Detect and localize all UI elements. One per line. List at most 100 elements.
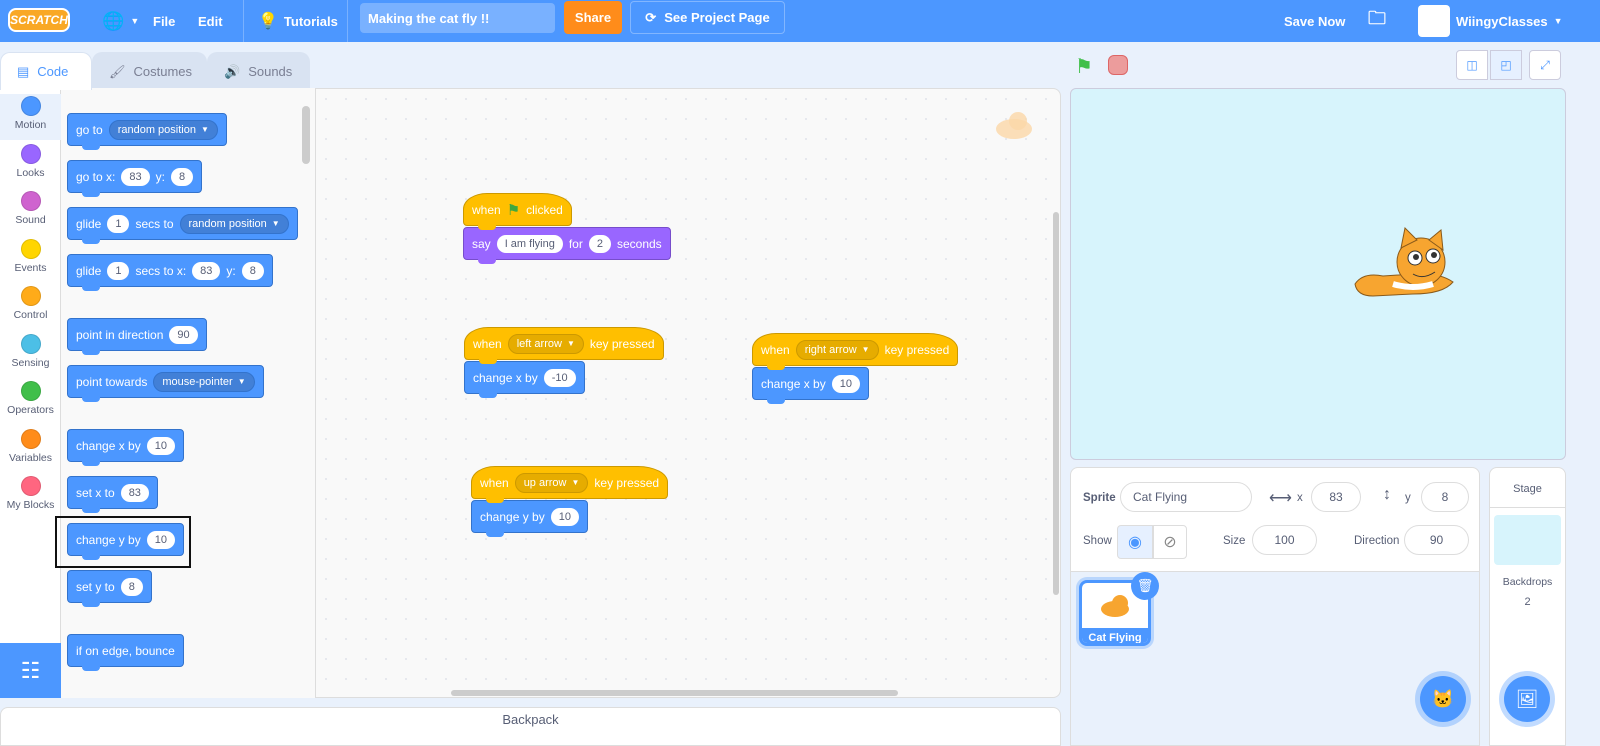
hide-sprite-button[interactable]: ⊘ bbox=[1153, 525, 1187, 559]
block-dropdown[interactable]: up arrow ▼ bbox=[514, 472, 589, 493]
block-input[interactable]: 83 bbox=[192, 261, 221, 280]
workspace-horizontal-scrollbar[interactable] bbox=[451, 690, 898, 696]
delete-sprite-button[interactable]: 🗑 bbox=[1131, 572, 1159, 600]
motion-block[interactable]: change x by 10 bbox=[752, 367, 869, 404]
block-dropdown[interactable]: random position ▼ bbox=[108, 119, 218, 140]
block-text: set x to bbox=[76, 485, 115, 500]
looks-block[interactable]: say I am flying for 2 seconds bbox=[463, 227, 671, 264]
block-dropdown[interactable]: random position ▼ bbox=[179, 213, 289, 234]
scratch-logo[interactable]: SCRATCH bbox=[8, 8, 70, 32]
see-project-page-button[interactable]: ⟳ See Project Page bbox=[630, 1, 785, 34]
tab-costumes[interactable]: 🖌 Costumes bbox=[92, 52, 207, 90]
tab-code[interactable]: ▤ Code bbox=[0, 52, 92, 90]
account-menu[interactable]: WiingyClasses ▼ bbox=[1418, 0, 1563, 42]
motion-block[interactable]: glide 1 secs to x: 83 y: 8 bbox=[67, 254, 273, 291]
palette-scrollbar[interactable] bbox=[302, 106, 310, 164]
motion-block[interactable]: point in direction 90 bbox=[67, 318, 207, 355]
workspace-vertical-scrollbar[interactable] bbox=[1053, 212, 1059, 595]
block-input[interactable]: 83 bbox=[121, 167, 150, 186]
stop-button[interactable] bbox=[1108, 55, 1128, 75]
edit-menu[interactable]: Edit bbox=[198, 0, 223, 42]
large-stage-button[interactable]: ◰ bbox=[1490, 50, 1522, 80]
block-input[interactable]: 10 bbox=[831, 374, 860, 393]
block-input[interactable]: 1 bbox=[107, 261, 130, 280]
file-menu[interactable]: File bbox=[153, 0, 175, 42]
block-dropdown[interactable]: left arrow ▼ bbox=[507, 333, 584, 354]
motion-block[interactable]: if on edge, bounce bbox=[67, 634, 184, 671]
size-input[interactable]: 100 bbox=[1252, 525, 1317, 555]
category-menu: Motion Looks Sound Events Control Sensing Oper… bbox=[0, 88, 61, 698]
block-input[interactable]: 8 bbox=[170, 167, 194, 186]
block-input[interactable]: -10 bbox=[543, 368, 576, 387]
green-flag-button[interactable]: ⚑ bbox=[1075, 54, 1093, 79]
choose-sprite-button[interactable]: 🐱 bbox=[1420, 676, 1466, 722]
motion-block[interactable]: glide 1 secs to random position ▼ bbox=[67, 207, 298, 244]
motion-block[interactable]: set y to 8 bbox=[67, 570, 152, 607]
block-input[interactable]: 90 bbox=[169, 325, 198, 344]
small-stage-button[interactable]: ◫ bbox=[1456, 50, 1488, 80]
code-workspace[interactable]: ⊕ ⊖ = bbox=[316, 88, 1354, 698]
sprite-name-input[interactable]: Cat Flying bbox=[1120, 482, 1252, 512]
category-motion[interactable]: Motion bbox=[0, 94, 61, 140]
dropdown-arrow-icon: ▼ bbox=[571, 478, 580, 487]
block-input[interactable]: 8 bbox=[120, 577, 143, 596]
choose-backdrop-button[interactable]: 🖼 bbox=[1504, 676, 1550, 722]
block-input[interactable]: 10 bbox=[550, 507, 579, 526]
motion-block[interactable]: change x by 10 bbox=[67, 429, 184, 466]
stage-selector[interactable]: Stage Backdrops 2 🖼 bbox=[1489, 467, 1566, 746]
events-hat-block[interactable]: when left arrow ▼ key pressed bbox=[464, 327, 664, 364]
category-sound[interactable]: Sound bbox=[0, 189, 61, 235]
category-events[interactable]: Events bbox=[0, 237, 61, 283]
block-text: change x by bbox=[761, 376, 826, 391]
motion-block[interactable]: go to random position ▼ bbox=[67, 113, 227, 150]
block-dropdown[interactable]: mouse-pointer ▼ bbox=[153, 371, 255, 392]
backdrop-thumbnail[interactable] bbox=[1494, 515, 1561, 565]
project-title-input[interactable]: Making the cat fly !! bbox=[360, 3, 555, 33]
stage[interactable] bbox=[1070, 88, 1566, 460]
fullscreen-button[interactable]: ⤢ bbox=[1529, 50, 1561, 80]
block-text: clicked bbox=[526, 202, 563, 217]
x-position-input[interactable]: 83 bbox=[1311, 482, 1361, 512]
block-text: secs to x: bbox=[135, 263, 187, 278]
events-hat-block[interactable]: when right arrow ▼ key pressed bbox=[752, 333, 959, 370]
block-input[interactable]: I am flying bbox=[496, 234, 563, 253]
language-menu[interactable]: 🌐 ▼ bbox=[102, 0, 139, 42]
block-input[interactable]: 8 bbox=[241, 261, 264, 280]
my-stuff-folder-icon[interactable]: 🗀 bbox=[1368, 0, 1386, 42]
direction-input[interactable]: 90 bbox=[1404, 525, 1469, 555]
menu-bar: SCRATCH 🌐 ▼ File Edit 💡 Tutorials Making t… bbox=[0, 0, 1600, 42]
remix-icon: ⟳ bbox=[645, 9, 657, 25]
backpack[interactable]: Backpack bbox=[0, 707, 1061, 746]
share-button[interactable]: Share bbox=[564, 1, 622, 34]
block-palette: go to random position ▼ go to x: 83 y: 8 glide 1… bbox=[61, 88, 316, 698]
block-text: glide bbox=[76, 216, 102, 231]
category-looks[interactable]: Looks bbox=[0, 142, 61, 188]
block-text: y: bbox=[155, 169, 165, 184]
tab-sounds[interactable]: 🔊 Sounds bbox=[207, 52, 310, 90]
block-dropdown[interactable]: right arrow ▼ bbox=[795, 339, 879, 360]
tutorials-button[interactable]: 💡 Tutorials bbox=[258, 0, 338, 42]
category-operators[interactable]: Operators bbox=[0, 379, 61, 425]
events-hat-block[interactable]: when ⚑ clicked bbox=[463, 193, 572, 230]
save-now-button[interactable]: Save Now bbox=[1284, 0, 1345, 42]
green-flag-icon: ⚑ bbox=[506, 201, 521, 219]
motion-block[interactable]: change x by -10 bbox=[464, 361, 585, 398]
category-control[interactable]: Control bbox=[0, 284, 61, 330]
motion-block[interactable]: point towards mouse-pointer ▼ bbox=[67, 365, 264, 402]
y-position-input[interactable]: 8 bbox=[1421, 482, 1469, 512]
category-my-blocks[interactable]: My Blocks bbox=[0, 474, 61, 520]
category-variables[interactable]: Variables bbox=[0, 427, 61, 473]
block-input[interactable]: 10 bbox=[146, 436, 175, 455]
motion-block[interactable]: go to x: 83 y: 8 bbox=[67, 160, 203, 197]
block-input[interactable]: 2 bbox=[588, 234, 611, 253]
block-input[interactable]: 1 bbox=[107, 214, 130, 233]
motion-block[interactable]: set x to 83 bbox=[67, 476, 158, 513]
category-sensing[interactable]: Sensing bbox=[0, 332, 61, 378]
block-input[interactable]: 83 bbox=[120, 483, 149, 502]
show-sprite-button[interactable]: ◉ bbox=[1117, 525, 1153, 559]
cat-sprite[interactable] bbox=[1343, 224, 1463, 304]
events-hat-block[interactable]: when up arrow ▼ key pressed bbox=[471, 466, 669, 503]
motion-block[interactable]: change y by 10 bbox=[471, 500, 588, 537]
eye-slash-icon: ⊘ bbox=[1163, 534, 1177, 551]
add-extension-button[interactable]: ☷ bbox=[0, 643, 61, 698]
